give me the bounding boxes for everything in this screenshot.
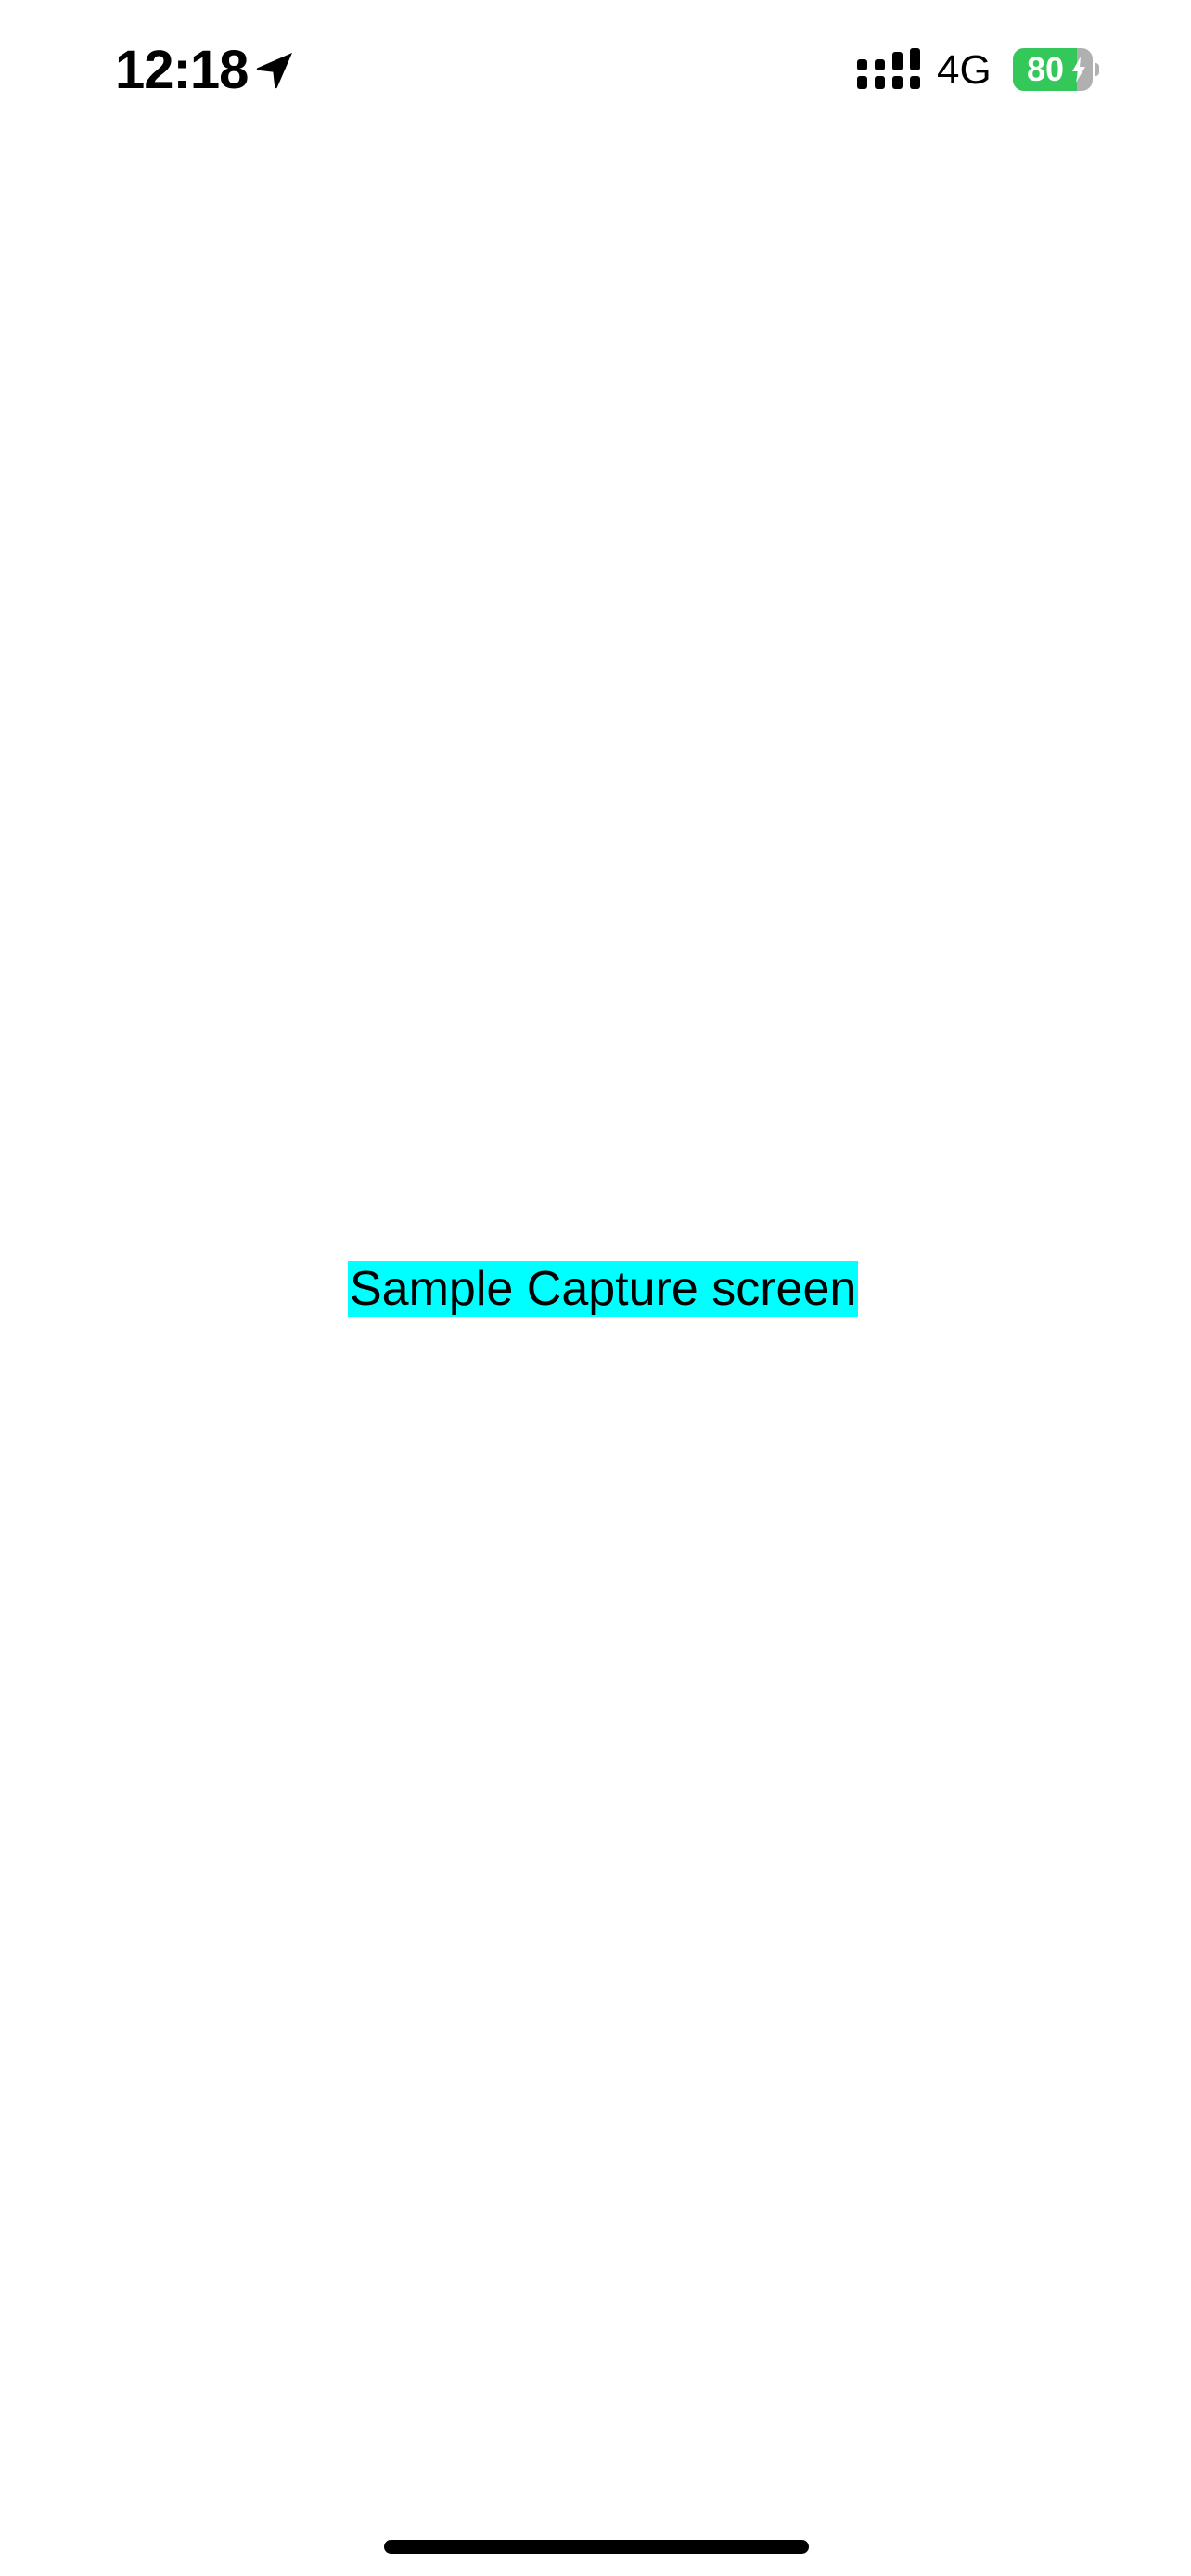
home-indicator[interactable]	[384, 2540, 809, 2554]
main-content: Sample Capture screen	[0, 0, 1191, 2576]
sample-capture-label: Sample Capture screen	[348, 1261, 859, 1317]
